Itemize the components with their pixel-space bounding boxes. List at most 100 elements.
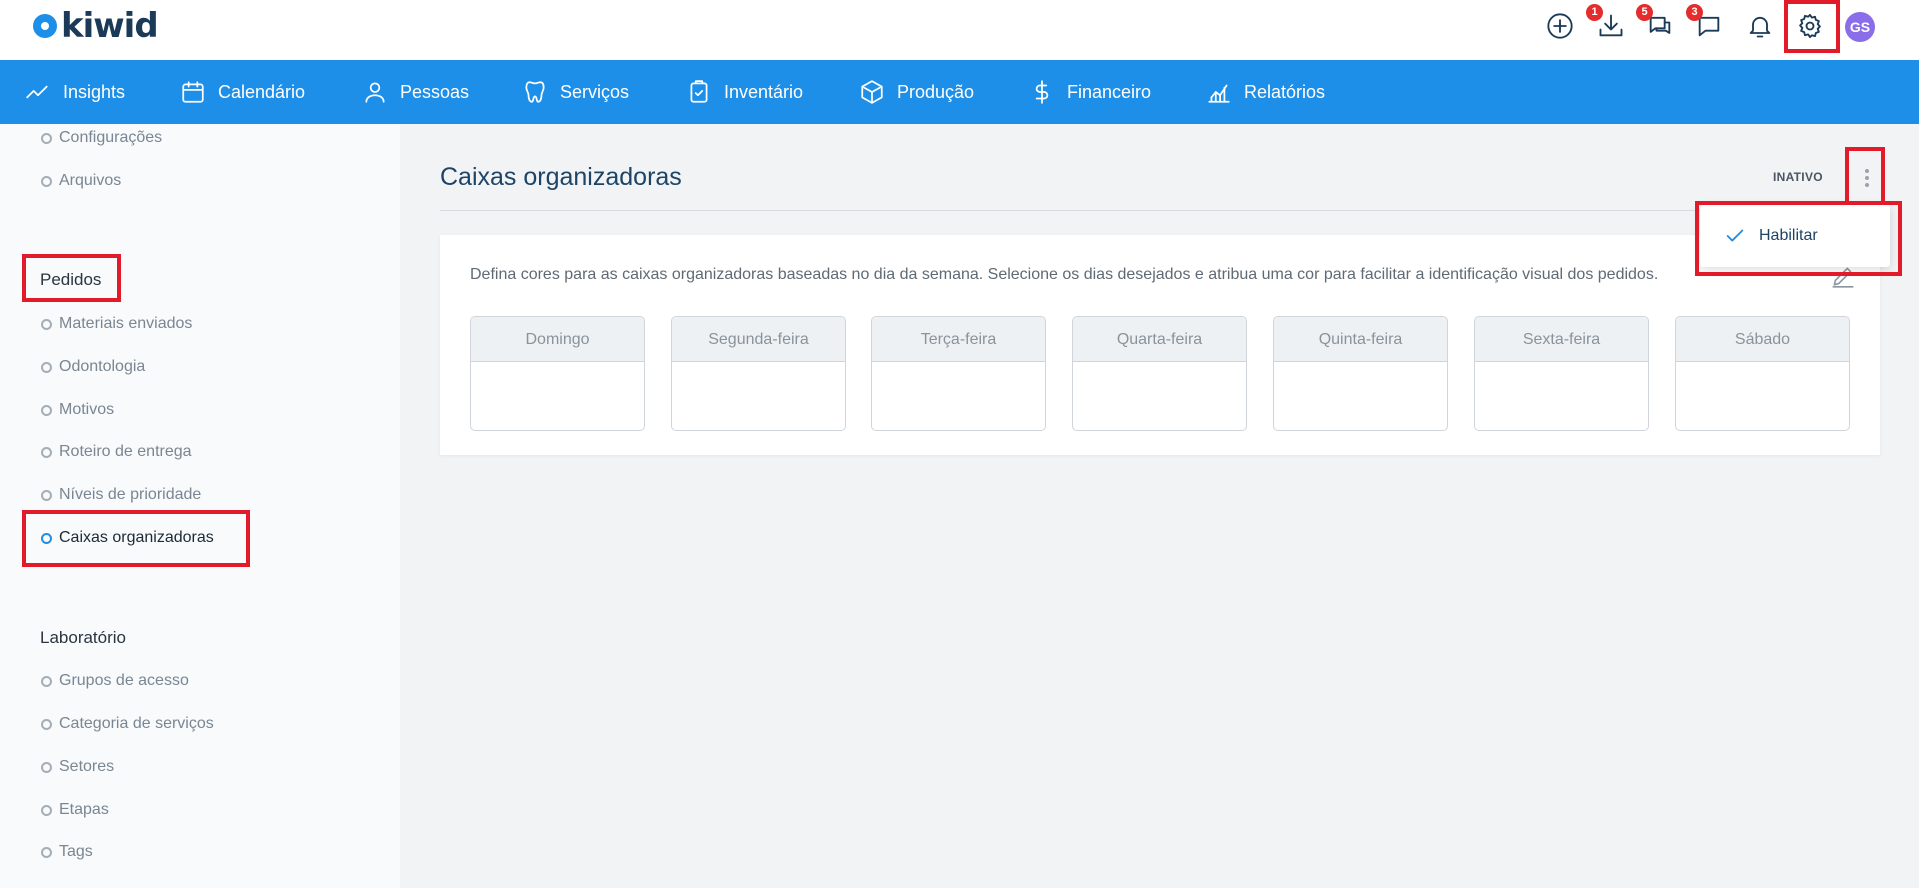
bullet-icon [41,804,52,816]
sidebar-heading-pedidos: Pedidos [40,270,102,289]
sidebar-item-label: Caixas organizadoras [59,529,214,546]
sidebar-item-label: Grupos de acesso [59,672,189,689]
settings-sidebar: Configurações Arquivos Pedidos Materiais… [0,124,400,888]
nav-label: Inventário [724,81,804,102]
sidebar-item-arquivos[interactable]: Arquivos [41,169,121,193]
sidebar-item-caixas-organizadoras[interactable]: Caixas organizadoras [41,526,214,550]
nav-label: Serviços [560,81,630,102]
box-icon [861,80,883,104]
main-nav: Insights Calendário Pessoas Serviços Inv… [0,60,1919,124]
enable-menu-item[interactable]: Habilitar [1700,205,1890,267]
card-description: Defina cores para as caixas organizadora… [470,266,1659,283]
day-label: Sexta-feira [1475,317,1648,362]
sidebar-item-setores[interactable]: Setores [41,755,114,779]
sidebar-item-etapas[interactable]: Etapas [41,798,109,822]
more-options-button[interactable] [1852,160,1882,196]
sidebar-heading-laboratorio: Laboratório [40,628,127,647]
bullet-icon [41,404,52,416]
status-badge: INATIVO [1773,170,1823,184]
nav-label: Relatórios [1244,81,1326,102]
bullet-active-icon [41,532,52,544]
bullet-icon [41,846,52,858]
sidebar-item-grupos-de-acesso[interactable]: Grupos de acesso [41,669,189,693]
kebab-dot-icon [1865,183,1869,187]
calendar-icon [182,81,204,103]
gear-icon [1799,13,1821,39]
day-box-sabado[interactable]: Sábado [1675,316,1850,431]
sidebar-item-label: Roteiro de entrega [59,443,192,460]
page-title: Caixas organizadoras [440,163,682,191]
chat-badge: 3 [1686,4,1703,21]
logo-text: kiwid [61,6,159,46]
report-icon [1208,84,1230,103]
nav-servicos[interactable]: Serviços [522,60,629,124]
options-dropdown: Habilitar [1700,205,1890,267]
day-box-quarta-feira[interactable]: Quarta-feira [1072,316,1247,431]
bullet-icon [41,175,52,187]
nav-insights[interactable]: Insights [25,60,125,124]
clipboard-icon [690,80,708,103]
kebab-dot-icon [1865,176,1869,180]
settings-button[interactable] [1793,9,1827,43]
nav-producao[interactable]: Produção [859,60,974,124]
messages-badge: 5 [1636,4,1653,21]
nav-calendario[interactable]: Calendário [180,60,305,124]
nav-label: Calendário [218,81,306,102]
day-box-sexta-feira[interactable]: Sexta-feira [1474,316,1649,431]
sidebar-item-configuracoes[interactable]: Configurações [41,126,162,150]
bullet-icon [41,361,52,373]
day-label: Quarta-feira [1073,317,1246,362]
plus-circle-icon [1547,13,1573,39]
dollar-icon [1035,80,1049,104]
day-label: Sábado [1676,317,1849,362]
sidebar-item-label: Configurações [59,129,163,146]
sidebar-item-roteiro-de-entrega[interactable]: Roteiro de entrega [41,440,192,464]
day-box-terca-feira[interactable]: Terça-feira [871,316,1046,431]
user-avatar[interactable]: GS [1845,12,1875,42]
sidebar-item-motivos[interactable]: Motivos [41,398,114,422]
sidebar-item-label: Categoria de serviços [59,715,214,732]
nav-inventario[interactable]: Inventário [686,60,803,124]
bullet-icon [41,675,52,687]
day-box-domingo[interactable]: Domingo [470,316,645,431]
nav-label: Pessoas [400,81,470,102]
menu-item-label: Habilitar [1759,227,1818,244]
nav-pessoas[interactable]: Pessoas [362,60,469,124]
sidebar-item-label: Arquivos [59,172,122,189]
sidebar-item-label: Setores [59,758,115,775]
kiwid-logo[interactable]: kiwid [33,6,159,46]
bullet-icon [41,718,52,730]
bullet-icon [41,761,52,773]
nav-financeiro[interactable]: Financeiro [1029,60,1151,124]
sidebar-item-niveis-de-prioridade[interactable]: Níveis de prioridade [41,483,201,507]
kebab-dot-icon [1865,169,1869,173]
sidebar-item-label: Materiais enviados [59,315,193,332]
notifications-button[interactable] [1743,9,1777,43]
weekday-colors-card: Defina cores para as caixas organizadora… [440,235,1880,455]
add-button[interactable] [1543,9,1577,43]
sidebar-item-label: Etapas [59,801,109,818]
day-box-quinta-feira[interactable]: Quinta-feira [1273,316,1448,431]
nav-relatorios[interactable]: Relatórios [1206,60,1325,124]
sidebar-item-label: Tags [59,843,93,860]
day-label: Terça-feira [872,317,1045,362]
day-box-segunda-feira[interactable]: Segunda-feira [671,316,846,431]
nav-label: Insights [63,81,126,102]
edit-button[interactable] [1830,263,1858,291]
logo-mark-icon [33,14,57,38]
top-header: kiwid 1 5 3 GS [0,0,1919,60]
bullet-icon [41,446,52,458]
day-label: Quinta-feira [1274,317,1447,362]
day-label: Segunda-feira [672,317,845,362]
bullet-icon [41,489,52,501]
title-divider [440,210,1880,211]
sidebar-item-odontologia[interactable]: Odontologia [41,355,145,379]
check-icon [1726,229,1744,242]
sidebar-item-categoria-de-servicos[interactable]: Categoria de serviços [41,712,214,736]
user-icon [365,82,385,103]
bullet-icon [41,318,52,330]
bell-icon [1749,16,1771,38]
nav-label: Produção [897,81,975,102]
sidebar-item-tags[interactable]: Tags [41,840,93,864]
sidebar-item-materiais-enviados[interactable]: Materiais enviados [41,312,192,336]
